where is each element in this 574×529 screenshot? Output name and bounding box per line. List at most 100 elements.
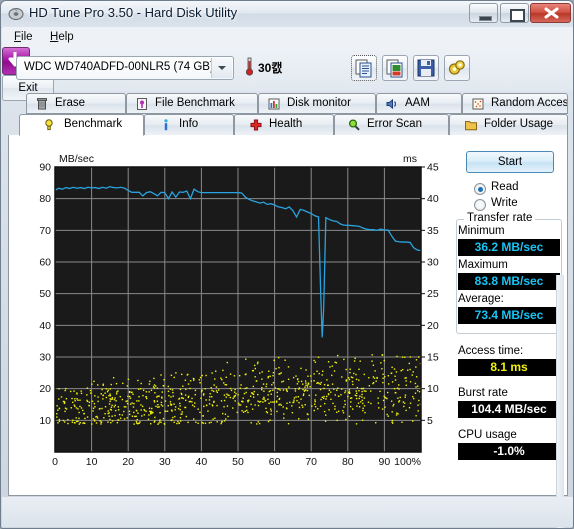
chevron-down-icon[interactable] xyxy=(211,58,232,78)
tab-folder-usage[interactable]: Folder Usage xyxy=(449,114,568,136)
access-time-point xyxy=(83,412,85,415)
access-time-point xyxy=(409,381,412,383)
copy-button[interactable] xyxy=(351,55,377,81)
menu-item-help[interactable]: Help xyxy=(44,30,80,44)
access-time-point xyxy=(257,393,259,396)
access-time-point xyxy=(295,375,297,377)
access-time-point xyxy=(329,366,331,368)
access-time-point xyxy=(234,388,236,391)
access-time-point xyxy=(272,382,275,384)
save-button[interactable] xyxy=(413,55,439,81)
tab-error-scan[interactable]: Error Scan xyxy=(334,114,449,136)
access-time-point xyxy=(384,406,386,408)
access-time-point xyxy=(408,362,411,365)
access-time-point xyxy=(116,391,118,393)
access-time-point xyxy=(57,422,59,424)
settings-button[interactable] xyxy=(444,55,470,81)
access-time-point xyxy=(172,395,174,397)
drive-select[interactable]: WDC WD740ADFD-00NLR5 (74 GB) xyxy=(16,56,234,80)
benchmark-panel: 10 20 30 40 50 60 70 80 90 5 10 15 20 25 30 35 40 45 0 10… xyxy=(8,135,568,528)
access-time-point xyxy=(409,356,412,358)
close-button[interactable] xyxy=(530,3,571,23)
access-time-point xyxy=(96,415,98,418)
access-time-point xyxy=(224,413,227,415)
access-time-point xyxy=(362,407,364,410)
tab-file-benchmark[interactable]: File Benchmark xyxy=(126,93,258,114)
access-time-point xyxy=(153,387,156,389)
access-time-point xyxy=(75,420,78,423)
access-time-point xyxy=(233,391,236,393)
access-time-point xyxy=(199,376,202,379)
tick-label: 40 xyxy=(196,456,208,468)
access-time-point xyxy=(396,412,398,414)
tick-label: 40 xyxy=(427,193,439,205)
access-time-point xyxy=(302,388,304,391)
access-time-point xyxy=(391,381,394,383)
access-time-point xyxy=(133,411,135,414)
access-time-point xyxy=(123,418,126,420)
access-time-point xyxy=(363,390,366,392)
maximize-button[interactable] xyxy=(500,3,529,23)
tab-random-access[interactable]: Random Access xyxy=(462,93,568,114)
access-time-point xyxy=(229,396,232,399)
access-time-point xyxy=(287,366,290,368)
menu-item-file[interactable]: File xyxy=(8,30,39,44)
access-time-point xyxy=(229,387,232,390)
maximize-icon xyxy=(501,4,528,22)
tab-benchmark[interactable]: Benchmark xyxy=(19,114,144,136)
tick-label: 5 xyxy=(427,415,433,427)
access-time-point xyxy=(121,398,124,401)
access-time-point xyxy=(315,394,317,396)
tab-info[interactable]: Info xyxy=(144,114,234,136)
access-time-point xyxy=(292,376,295,379)
tab-aam[interactable]: AAM xyxy=(376,93,462,114)
access-time-point xyxy=(265,407,267,410)
access-time-point xyxy=(167,390,170,393)
tick-label: 30 xyxy=(159,456,171,468)
save-icon xyxy=(414,59,438,83)
access-time-point xyxy=(323,410,326,413)
tab-disk-monitor[interactable]: Disk monitor xyxy=(258,93,376,114)
access-time-point xyxy=(164,400,167,402)
tab-erase[interactable]: Erase xyxy=(26,93,126,114)
access-time-point xyxy=(97,384,99,386)
access-time-point xyxy=(380,362,382,364)
tab-health[interactable]: Health xyxy=(234,114,334,136)
access-time-point xyxy=(244,387,247,390)
access-time-point xyxy=(131,402,133,404)
tick-label: 20 xyxy=(39,383,51,395)
minimize-button[interactable] xyxy=(469,3,498,23)
access-time-point xyxy=(102,398,104,400)
access-time-point xyxy=(399,396,401,399)
access-time-point xyxy=(248,399,250,401)
access-time-point xyxy=(383,359,385,362)
access-time-point xyxy=(322,397,325,399)
access-time-point xyxy=(147,418,150,420)
access-time-point xyxy=(274,387,277,389)
access-time-point xyxy=(148,391,150,393)
access-time-point xyxy=(186,374,189,376)
access-time-point xyxy=(153,377,155,380)
access-time-point xyxy=(245,406,248,408)
access-time-point xyxy=(269,375,271,378)
access-time-point xyxy=(252,385,255,388)
access-time-point xyxy=(181,393,183,396)
access-time-point xyxy=(295,396,297,398)
access-time-point xyxy=(415,366,417,368)
access-time-point xyxy=(353,360,356,362)
start-button[interactable]: Start xyxy=(466,151,554,173)
access-time-point xyxy=(194,389,197,392)
access-time-point xyxy=(336,411,338,413)
access-time-point xyxy=(387,415,389,417)
access-time-point xyxy=(286,407,288,410)
access-time-point xyxy=(247,401,249,403)
access-time-point xyxy=(338,410,340,413)
access-time-point xyxy=(368,377,370,379)
access-time-point xyxy=(307,418,310,420)
access-time-point xyxy=(298,388,300,390)
magnifier-icon xyxy=(347,118,361,132)
access-time-point xyxy=(283,413,285,415)
copy-image-button[interactable] xyxy=(382,55,408,81)
access-time-point xyxy=(158,422,160,424)
access-time-point xyxy=(110,421,112,424)
